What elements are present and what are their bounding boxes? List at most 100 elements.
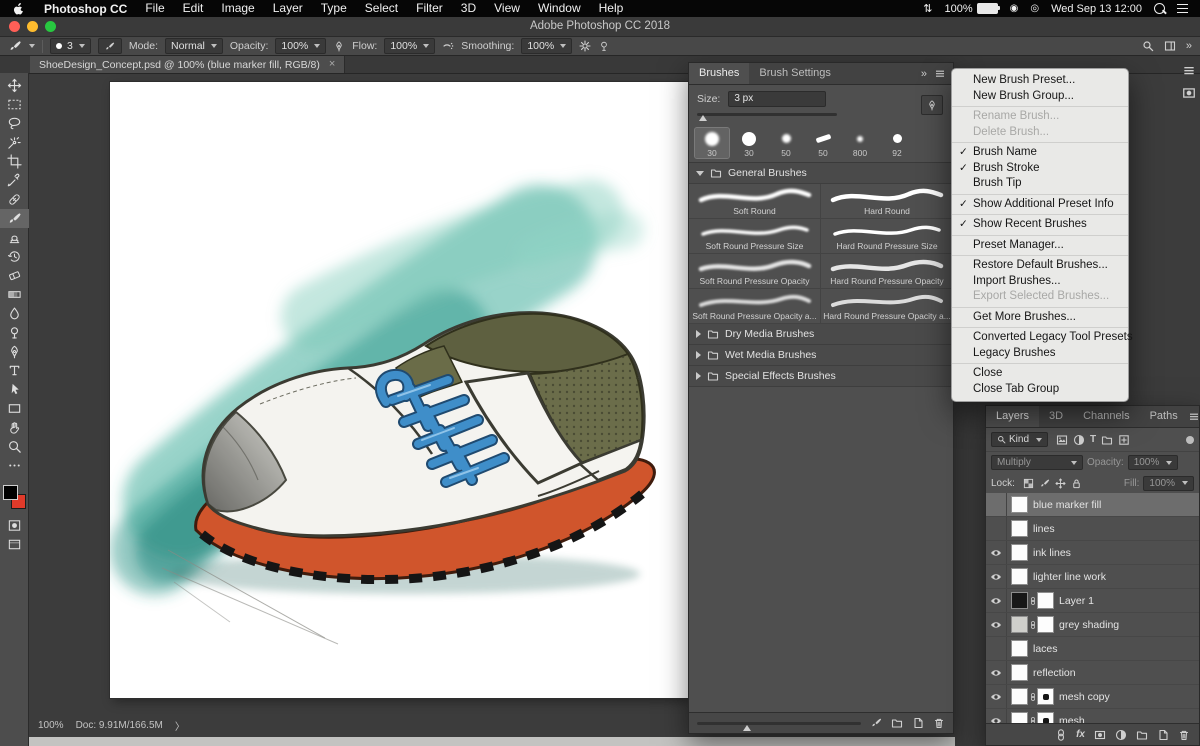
layer-thumbnail[interactable] [1011,664,1028,681]
tool-clone-stamp[interactable] [0,228,29,247]
layer-row-lines[interactable]: lines [986,517,1199,541]
color-swatches[interactable] [2,484,26,510]
smoothing-options-gear-icon[interactable] [579,40,591,52]
foreground-color-swatch[interactable] [3,485,18,500]
lock-pixels-icon[interactable] [1039,478,1050,489]
tab-3d[interactable]: 3D [1039,406,1073,427]
tab-layers[interactable]: Layers [986,406,1039,427]
menu-item-brush-tip[interactable]: Brush Tip [952,176,1128,192]
brush-preset[interactable]: Soft Round [689,184,821,219]
menu-select[interactable]: Select [356,0,407,17]
apple-menu[interactable] [0,2,35,15]
menu-item-close-tab-group[interactable]: Close Tab Group [952,382,1128,398]
menu-item-get-more-brushes[interactable]: Get More Brushes... [952,310,1128,326]
tool-crop[interactable] [0,152,29,171]
layer-mask-thumbnail[interactable] [1037,712,1054,723]
tab-brushes[interactable]: Brushes [689,63,749,84]
filter-smart-object-icon[interactable] [1118,434,1130,446]
filter-type-layers-icon[interactable]: T [1090,434,1096,445]
layer-thumbnail[interactable] [1011,568,1028,585]
recent-brush[interactable]: 92 [880,128,914,158]
slider-thumb[interactable] [699,115,707,121]
tab-close-icon[interactable]: × [329,59,335,70]
visibility-toggle[interactable] [986,661,1007,684]
visibility-toggle[interactable] [986,565,1007,588]
screen-mode-button[interactable] [0,535,29,554]
recent-brush[interactable]: 50 [806,128,840,158]
layer-opacity-select[interactable]: 100% [1128,455,1179,470]
layer-blend-mode-select[interactable]: Multiply [991,455,1083,470]
collapsed-panel-icon[interactable] [1182,64,1196,78]
tool-move[interactable] [0,76,29,95]
menu-item-brush-stroke[interactable]: Brush Stroke [952,161,1128,177]
tool-eraser[interactable] [0,266,29,285]
tool-eyedropper[interactable] [0,171,29,190]
brush-preset[interactable]: Hard Round [821,184,953,219]
chevron-double-icon[interactable]: » [1186,40,1192,52]
opacity-select[interactable]: 100% [275,38,326,54]
flow-select[interactable]: 100% [384,38,435,54]
visibility-toggle[interactable] [986,709,1007,723]
filter-group-layers-icon[interactable] [1101,434,1113,446]
tab-brush-settings[interactable]: Brush Settings [749,63,841,84]
recent-brush[interactable]: 50 [769,128,803,158]
brush-group-general[interactable]: General Brushes [689,163,953,184]
slider-thumb[interactable] [743,725,751,731]
visibility-toggle[interactable] [986,517,1007,540]
tool-magic-wand[interactable] [0,133,29,152]
tool-preset-picker[interactable] [8,39,35,53]
layer-row-mesh[interactable]: mesh [986,709,1199,723]
spotlight-search-icon[interactable] [1154,3,1165,14]
filter-toggle[interactable] [1186,436,1194,444]
visibility-toggle[interactable] [986,541,1007,564]
menu-item-close[interactable]: Close [952,366,1128,382]
document-canvas[interactable] [110,82,688,698]
layer-row-grey-shading[interactable]: grey shading [986,613,1199,637]
menu-item-converted-legacy-tool-presets[interactable]: Converted Legacy Tool Presets [952,330,1128,346]
recent-brush[interactable]: 800 [843,128,877,158]
blend-mode-select[interactable]: Normal [165,38,223,54]
menu-item-new-brush-preset[interactable]: New Brush Preset... [952,73,1128,89]
tool-zoom[interactable] [0,437,29,456]
sync-arrows-icon[interactable]: ⇅ [923,2,932,15]
pressure-size-icon[interactable] [598,40,610,52]
layer-filter-select[interactable]: Kind [991,432,1048,447]
tool-type[interactable] [0,361,29,380]
brush-group-wet-media[interactable]: Wet Media Brushes [689,345,953,366]
layer-thumbnail[interactable] [1011,544,1028,561]
lock-all-icon[interactable] [1071,478,1082,489]
layer-row-laces[interactable]: laces [986,637,1199,661]
layer-thumbnail[interactable] [1011,592,1028,609]
tool-history-brush[interactable] [0,247,29,266]
menu-layer[interactable]: Layer [264,0,312,17]
app-menu[interactable]: Photoshop CC [35,2,136,16]
tool-gradient[interactable] [0,285,29,304]
menu-item-restore-default-brushes[interactable]: Restore Default Brushes... [952,258,1128,274]
tool-lasso[interactable] [0,114,29,133]
layer-fill-select[interactable]: 100% [1143,476,1194,491]
filter-pixel-layers-icon[interactable] [1056,434,1068,446]
recent-brush[interactable]: 30 [732,128,766,158]
window-titlebar[interactable]: Adobe Photoshop CC 2018 [0,17,1200,37]
new-group-icon[interactable] [891,717,903,729]
add-layer-mask-icon[interactable] [1094,729,1106,741]
layer-row-reflection[interactable]: reflection [986,661,1199,685]
brush-preset[interactable]: Soft Round Pressure Opacity a... [689,289,821,324]
lock-transparency-icon[interactable] [1023,478,1034,489]
workspace-switcher-icon[interactable] [1164,40,1176,52]
visibility-toggle[interactable] [986,637,1007,660]
menu-item-show-recent-brushes[interactable]: Show Recent Brushes [952,217,1128,233]
new-group-icon[interactable] [1136,729,1148,741]
layer-mask-thumbnail[interactable] [1037,592,1054,609]
tool-more-ellipsis[interactable] [0,456,29,475]
brush-stroke-toggle-icon[interactable] [870,717,882,729]
pressure-size-toggle[interactable] [921,95,943,115]
layer-row-lighter-line-work[interactable]: lighter line work [986,565,1199,589]
visibility-toggle[interactable] [986,613,1007,636]
shield-status-icon[interactable]: ◎ [1030,3,1039,14]
tool-marquee[interactable] [0,95,29,114]
brush-group-dry-media[interactable]: Dry Media Brushes [689,324,953,345]
layer-mask-thumbnail[interactable] [1037,616,1054,633]
layer-thumbnail[interactable] [1011,616,1028,633]
menu-view[interactable]: View [485,0,529,17]
